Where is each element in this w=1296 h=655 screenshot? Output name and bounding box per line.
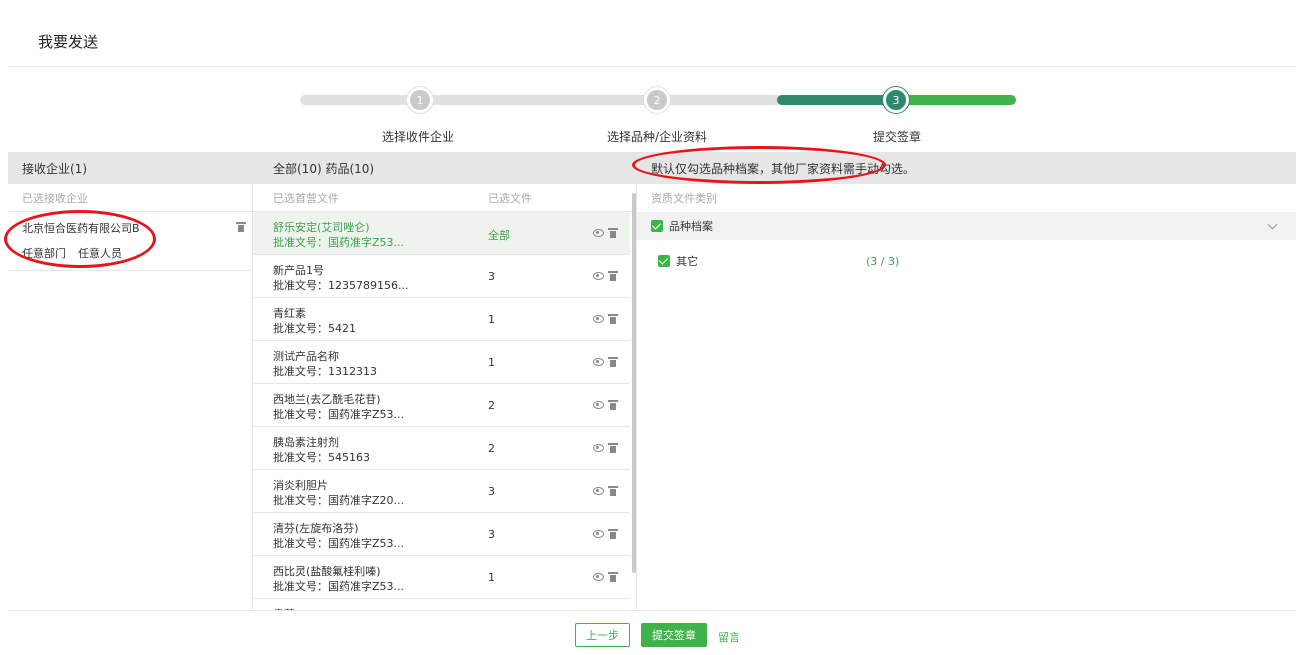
product-row[interactable]: 舒乐安定(艾司唑仑) 批准文号：国药准字Z53... 全部: [253, 212, 630, 255]
step-1-label: 选择收件企业: [381, 130, 455, 144]
product-filter-tabs[interactable]: 全部(10) 药品(10): [253, 153, 636, 184]
footer-actions: 上一步 提交签章 留言: [8, 610, 1296, 655]
product-approval: 批准文号：1312313: [273, 365, 377, 378]
product-row[interactable]: 贵蔗: [253, 599, 630, 610]
preview-eye-icon[interactable]: [593, 487, 604, 495]
preview-eye-icon[interactable]: [593, 358, 604, 366]
preview-eye-icon[interactable]: [593, 444, 604, 452]
progress-stepper: 1 2 3 选择收件企业 选择品种/企业资料 提交签章: [0, 80, 1296, 146]
document-item-row[interactable]: 其它 (3 / 3): [637, 246, 1296, 276]
product-name: 新产品1号: [273, 264, 324, 277]
product-name: 青红素: [273, 307, 306, 320]
previous-step-button[interactable]: 上一步: [575, 623, 630, 647]
delete-recipient-icon[interactable]: [236, 222, 246, 232]
leave-message-link[interactable]: 留言: [718, 629, 740, 645]
product-row[interactable]: 测试产品名称 批准文号：1312313 1: [253, 341, 630, 384]
category-checkbox[interactable]: [651, 220, 663, 232]
col-selected-label: 已选文件: [488, 191, 532, 205]
submit-signature-button[interactable]: 提交签章: [641, 623, 707, 647]
product-name: 西比灵(盐酸氟桂利嗪): [273, 565, 381, 578]
delete-trash-icon[interactable]: [608, 228, 618, 238]
product-name: 胰岛素注射剂: [273, 436, 339, 449]
preview-eye-icon[interactable]: [593, 315, 604, 323]
product-file-count: 全部: [488, 229, 510, 242]
product-approval: 批准文号：545163: [273, 451, 370, 464]
col-file-label: 已选首营文件: [273, 191, 339, 205]
preview-eye-icon[interactable]: [593, 272, 604, 280]
item-selected-ratio: (3 / 3): [866, 254, 900, 268]
product-list[interactable]: 舒乐安定(艾司唑仑) 批准文号：国药准字Z53... 全部 新产品1号 批准文号…: [253, 212, 630, 610]
step-2-label: 选择品种/企业资料: [606, 130, 708, 144]
category-label: 品种档案: [669, 220, 713, 233]
product-file-count: 2: [488, 442, 495, 455]
recipient-header: 接收企业(1): [8, 153, 252, 184]
product-row[interactable]: 西比灵(盐酸氟桂利嗪) 批准文号：国药准字Z53... 1: [253, 556, 630, 599]
item-checkbox[interactable]: [658, 255, 670, 267]
product-row[interactable]: 青红素 批准文号：5421 1: [253, 298, 630, 341]
default-selection-notice: 默认仅勾选品种档案，其他厂家资料需手动勾选。: [637, 153, 1296, 184]
chevron-down-icon[interactable]: [1267, 219, 1278, 230]
product-approval: 批准文号：国药准字Z53...: [273, 580, 405, 593]
product-name: 消炎利胆片: [273, 479, 328, 492]
product-row[interactable]: 清芬(左旋布洛芬) 批准文号：国药准字Z53... 3: [253, 513, 630, 556]
product-approval: 批准文号：国药准字Z53...: [273, 537, 405, 550]
product-file-count: 1: [488, 571, 495, 584]
step-2-number: 2: [653, 93, 661, 107]
step-1-circle[interactable]: 1: [407, 87, 433, 113]
product-approval: 批准文号：国药准字Z53...: [273, 408, 405, 421]
preview-eye-icon[interactable]: [593, 229, 604, 237]
recipient-company: 北京恒合医药有限公司B: [22, 222, 140, 235]
delete-trash-icon[interactable]: [608, 400, 618, 410]
delete-trash-icon[interactable]: [608, 443, 618, 453]
preview-eye-icon[interactable]: [593, 573, 604, 581]
product-file-count: 3: [488, 270, 495, 283]
delete-trash-icon[interactable]: [608, 357, 618, 367]
recipient-person[interactable]: 任意人员: [78, 245, 122, 261]
delete-trash-icon[interactable]: [608, 271, 618, 281]
page-title: 我要发送: [38, 33, 99, 51]
preview-eye-icon[interactable]: [593, 530, 604, 538]
recipient-panel: 接收企业(1) 已选接收企业 北京恒合医药有限公司B 任意部门 任意人员: [8, 153, 253, 610]
step-3-circle[interactable]: 3: [883, 87, 909, 113]
delete-trash-icon[interactable]: [608, 529, 618, 539]
product-list-scrollbar[interactable]: [632, 193, 636, 573]
delete-trash-icon[interactable]: [608, 572, 618, 582]
product-row[interactable]: 胰岛素注射剂 批准文号：545163 2: [253, 427, 630, 470]
step-1-number: 1: [416, 93, 424, 107]
product-file-count: 1: [488, 356, 495, 369]
product-approval: 批准文号：5421: [273, 322, 356, 335]
step-2-circle[interactable]: 2: [644, 87, 670, 113]
preview-eye-icon[interactable]: [593, 401, 604, 409]
recipient-department[interactable]: 任意部门: [22, 245, 66, 261]
category-row[interactable]: 品种档案: [637, 212, 1296, 240]
delete-trash-icon[interactable]: [608, 314, 618, 324]
recipient-subheader: 已选接收企业: [8, 184, 252, 212]
delete-trash-icon[interactable]: [608, 486, 618, 496]
product-file-count: 3: [488, 485, 495, 498]
document-category-subheader: 资质文件类别: [651, 192, 717, 205]
product-name: 测试产品名称: [273, 350, 339, 363]
product-approval: 批准文号：国药准字Z20...: [273, 494, 405, 507]
stepper-track: [300, 95, 800, 105]
step-3-number: 3: [892, 93, 900, 107]
product-approval: 批准文号：国药准字Z53...: [273, 236, 405, 249]
title-divider: [8, 66, 1296, 67]
item-label: 其它: [676, 255, 698, 268]
stepper-track-active: [777, 95, 897, 105]
product-file-count: 2: [488, 399, 495, 412]
product-name: 舒乐安定(艾司唑仑): [273, 221, 370, 234]
product-approval: 批准文号：1235789156...: [273, 279, 409, 292]
step-3-label: 提交签章: [872, 130, 922, 144]
product-file-count: 3: [488, 528, 495, 541]
document-panel: 默认仅勾选品种档案，其他厂家资料需手动勾选。 资质文件类别 品种档案 其它 (3…: [637, 153, 1296, 610]
product-row[interactable]: 新产品1号 批准文号：1235789156... 3: [253, 255, 630, 298]
product-panel: 全部(10) 药品(10) 已选首营文件 已选文件 舒乐安定(艾司唑仑) 批准文…: [253, 153, 637, 610]
product-name: 西地兰(去乙酰毛花苷): [273, 393, 381, 406]
product-list-header: 已选首营文件 已选文件: [253, 184, 636, 212]
product-row[interactable]: 西地兰(去乙酰毛花苷) 批准文号：国药准字Z53... 2: [253, 384, 630, 427]
recipient-item[interactable]: 北京恒合医药有限公司B 任意部门 任意人员: [8, 212, 252, 271]
product-name: 清芬(左旋布洛芬): [273, 522, 359, 535]
product-file-count: 1: [488, 313, 495, 326]
product-row[interactable]: 消炎利胆片 批准文号：国药准字Z20... 3: [253, 470, 630, 513]
